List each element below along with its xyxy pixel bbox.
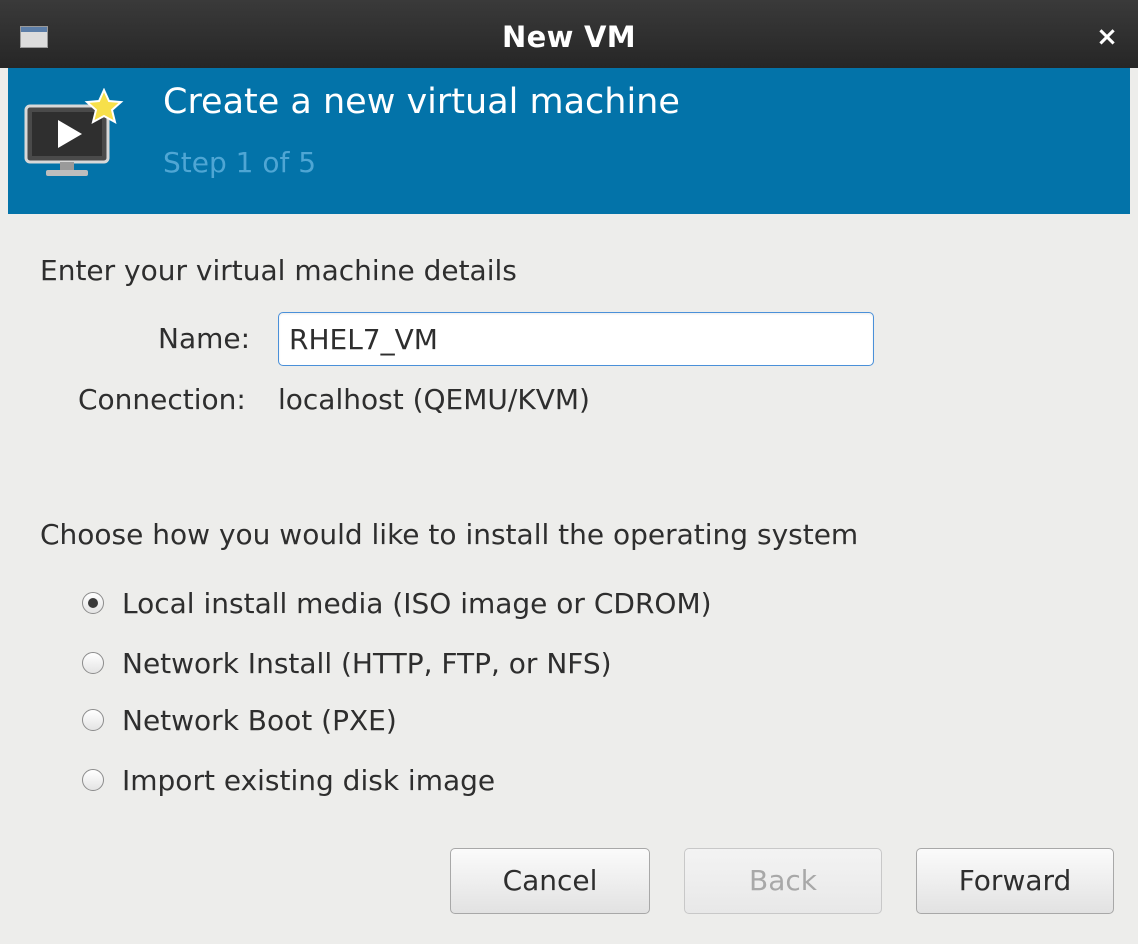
radio-button[interactable] (82, 592, 104, 614)
window-title: New VM (502, 20, 636, 54)
title-bar: New VM × (0, 0, 1138, 68)
close-icon[interactable]: × (1094, 24, 1120, 50)
radio-button[interactable] (82, 709, 104, 731)
install-section-label: Choose how you would like to install the… (40, 518, 859, 551)
radio-local-media[interactable]: Local install media (ISO image or CDROM) (82, 583, 712, 623)
radio-import-disk[interactable]: Import existing disk image (82, 760, 495, 800)
details-section-label: Enter your virtual machine details (40, 254, 517, 287)
radio-network-boot[interactable]: Network Boot (PXE) (82, 700, 397, 740)
forward-button[interactable]: Forward (916, 848, 1114, 914)
radio-label[interactable]: Network Install (HTTP, FTP, or NFS) (122, 647, 612, 680)
connection-label: Connection: (78, 383, 246, 416)
step-indicator: Step 1 of 5 (163, 146, 317, 179)
radio-label[interactable]: Network Boot (PXE) (122, 704, 397, 737)
page-title: Create a new virtual machine (163, 82, 680, 122)
new-vm-dialog: New VM × Create a new virtual machine St… (0, 0, 1138, 944)
name-input[interactable] (278, 312, 874, 366)
header-banner: Create a new virtual machine Step 1 of 5 (8, 68, 1130, 214)
back-button[interactable]: Back (684, 848, 882, 914)
radio-network-install[interactable]: Network Install (HTTP, FTP, or NFS) (82, 643, 612, 683)
connection-value: localhost (QEMU/KVM) (278, 383, 590, 416)
radio-label[interactable]: Import existing disk image (122, 764, 495, 797)
monitor-play-star-icon (24, 88, 124, 176)
radio-button[interactable] (82, 769, 104, 791)
radio-label[interactable]: Local install media (ISO image or CDROM) (122, 587, 712, 620)
name-label: Name: (158, 322, 251, 355)
cancel-button[interactable]: Cancel (450, 848, 650, 914)
radio-button[interactable] (82, 652, 104, 674)
